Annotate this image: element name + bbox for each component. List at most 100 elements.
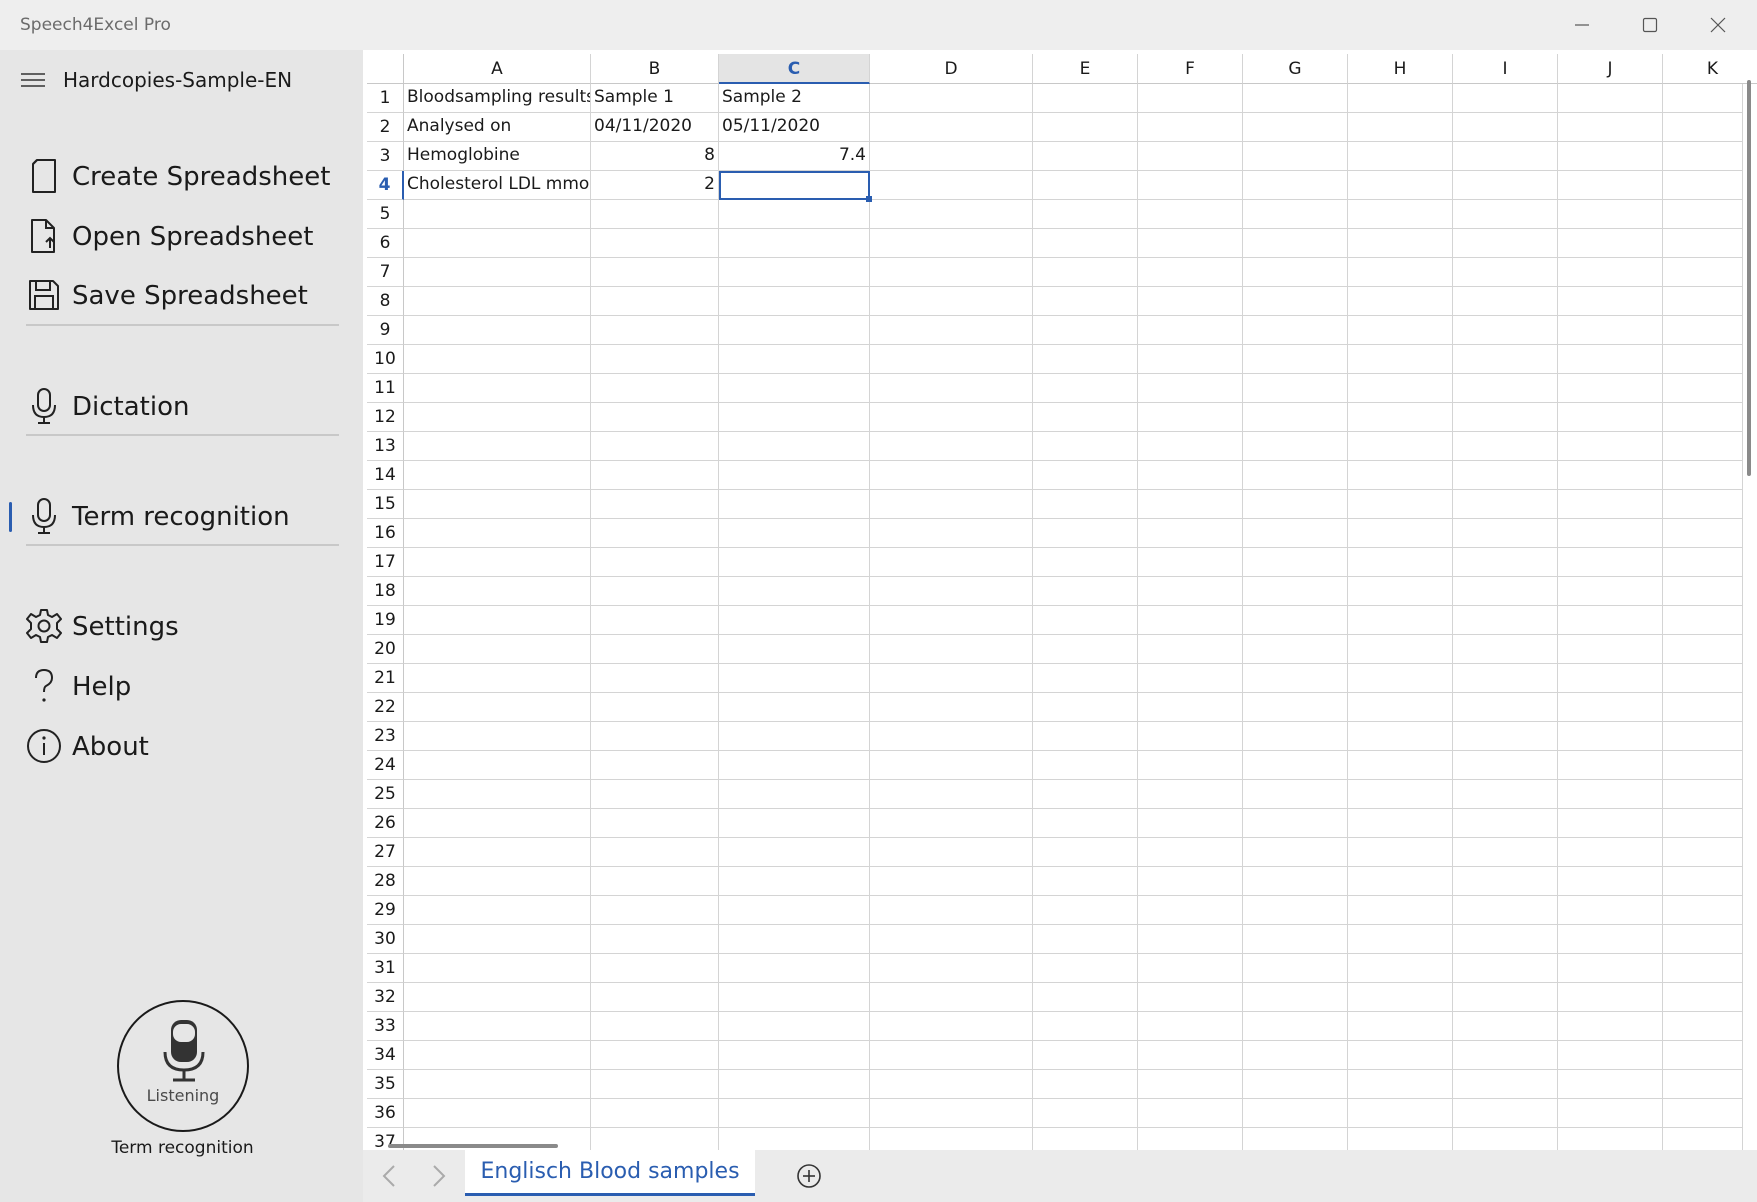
cell-b3[interactable]: 8	[591, 142, 719, 171]
cell-f30[interactable]	[1138, 925, 1243, 954]
cell-b15[interactable]	[591, 490, 719, 519]
spreadsheet-grid[interactable]: A B C D E F G H I J K 1 Bloodsampling results Sample …	[363, 50, 1757, 1157]
cell-b34[interactable]	[591, 1041, 719, 1070]
cell-k32[interactable]	[1663, 983, 1743, 1012]
cell-k36[interactable]	[1663, 1099, 1743, 1128]
cell-c9[interactable]	[719, 316, 870, 345]
row-header-17[interactable]: 17	[367, 548, 404, 577]
cell-b31[interactable]	[591, 954, 719, 983]
cell-a16[interactable]	[404, 519, 591, 548]
cell-c5[interactable]	[719, 200, 870, 229]
cell-c19[interactable]	[719, 606, 870, 635]
row-header-30[interactable]: 30	[367, 925, 404, 954]
row-header-23[interactable]: 23	[367, 722, 404, 751]
row-header-10[interactable]: 10	[367, 345, 404, 374]
cell-j34[interactable]	[1558, 1041, 1663, 1070]
cell-e15[interactable]	[1033, 490, 1138, 519]
cell-k33[interactable]	[1663, 1012, 1743, 1041]
cell-i36[interactable]	[1453, 1099, 1558, 1128]
cell-i4[interactable]	[1453, 171, 1558, 200]
row-header-6[interactable]: 6	[367, 229, 404, 258]
cell-i23[interactable]	[1453, 722, 1558, 751]
cell-c11[interactable]	[719, 374, 870, 403]
row-header-14[interactable]: 14	[367, 461, 404, 490]
cell-a34[interactable]	[404, 1041, 591, 1070]
cell-a24[interactable]	[404, 751, 591, 780]
cell-b36[interactable]	[591, 1099, 719, 1128]
cell-h10[interactable]	[1348, 345, 1453, 374]
cell-a25[interactable]	[404, 780, 591, 809]
cell-a27[interactable]	[404, 838, 591, 867]
cell-d5[interactable]	[870, 200, 1033, 229]
cell-j7[interactable]	[1558, 258, 1663, 287]
cell-i1[interactable]	[1453, 84, 1558, 113]
cell-j24[interactable]	[1558, 751, 1663, 780]
cell-f23[interactable]	[1138, 722, 1243, 751]
cell-e34[interactable]	[1033, 1041, 1138, 1070]
cell-k30[interactable]	[1663, 925, 1743, 954]
cell-b4[interactable]: 2	[591, 171, 719, 200]
cell-g4[interactable]	[1243, 171, 1348, 200]
cell-j9[interactable]	[1558, 316, 1663, 345]
cell-k31[interactable]	[1663, 954, 1743, 983]
cell-k18[interactable]	[1663, 577, 1743, 606]
cell-c3[interactable]: 7.4	[719, 142, 870, 171]
cell-k19[interactable]	[1663, 606, 1743, 635]
row-header-29[interactable]: 29	[367, 896, 404, 925]
cell-a31[interactable]	[404, 954, 591, 983]
cell-c1[interactable]: Sample 2	[719, 84, 870, 113]
cell-g12[interactable]	[1243, 403, 1348, 432]
cell-f4[interactable]	[1138, 171, 1243, 200]
cell-g26[interactable]	[1243, 809, 1348, 838]
row-header-31[interactable]: 31	[367, 954, 404, 983]
cell-f26[interactable]	[1138, 809, 1243, 838]
cell-e22[interactable]	[1033, 693, 1138, 722]
cell-h18[interactable]	[1348, 577, 1453, 606]
cell-b35[interactable]	[591, 1070, 719, 1099]
column-header-a[interactable]: A	[404, 54, 591, 84]
cell-b30[interactable]	[591, 925, 719, 954]
row-header-7[interactable]: 7	[367, 258, 404, 287]
cell-h3[interactable]	[1348, 142, 1453, 171]
row-header-22[interactable]: 22	[367, 693, 404, 722]
cell-b13[interactable]	[591, 432, 719, 461]
cell-b27[interactable]	[591, 838, 719, 867]
cell-a26[interactable]	[404, 809, 591, 838]
cell-c7[interactable]	[719, 258, 870, 287]
cell-c22[interactable]	[719, 693, 870, 722]
cell-d3[interactable]	[870, 142, 1033, 171]
cell-j16[interactable]	[1558, 519, 1663, 548]
cell-g19[interactable]	[1243, 606, 1348, 635]
cell-k17[interactable]	[1663, 548, 1743, 577]
cell-c10[interactable]	[719, 345, 870, 374]
cell-h28[interactable]	[1348, 867, 1453, 896]
cell-d24[interactable]	[870, 751, 1033, 780]
cell-g31[interactable]	[1243, 954, 1348, 983]
cell-c33[interactable]	[719, 1012, 870, 1041]
cell-e26[interactable]	[1033, 809, 1138, 838]
sidebar-item-create-spreadsheet[interactable]: Create Spreadsheet	[0, 150, 363, 202]
cell-h22[interactable]	[1348, 693, 1453, 722]
cell-f5[interactable]	[1138, 200, 1243, 229]
cell-i15[interactable]	[1453, 490, 1558, 519]
cell-k29[interactable]	[1663, 896, 1743, 925]
cell-e9[interactable]	[1033, 316, 1138, 345]
cell-b20[interactable]	[591, 635, 719, 664]
cell-h1[interactable]	[1348, 84, 1453, 113]
cell-b7[interactable]	[591, 258, 719, 287]
cell-f32[interactable]	[1138, 983, 1243, 1012]
cell-f19[interactable]	[1138, 606, 1243, 635]
column-header-d[interactable]: D	[870, 54, 1033, 84]
cell-f3[interactable]	[1138, 142, 1243, 171]
cell-j1[interactable]	[1558, 84, 1663, 113]
cell-g6[interactable]	[1243, 229, 1348, 258]
cell-a14[interactable]	[404, 461, 591, 490]
cell-b11[interactable]	[591, 374, 719, 403]
column-header-j[interactable]: J	[1558, 54, 1663, 84]
cell-d27[interactable]	[870, 838, 1033, 867]
cell-g13[interactable]	[1243, 432, 1348, 461]
cell-i2[interactable]	[1453, 113, 1558, 142]
cell-c29[interactable]	[719, 896, 870, 925]
row-header-9[interactable]: 9	[367, 316, 404, 345]
cell-e24[interactable]	[1033, 751, 1138, 780]
